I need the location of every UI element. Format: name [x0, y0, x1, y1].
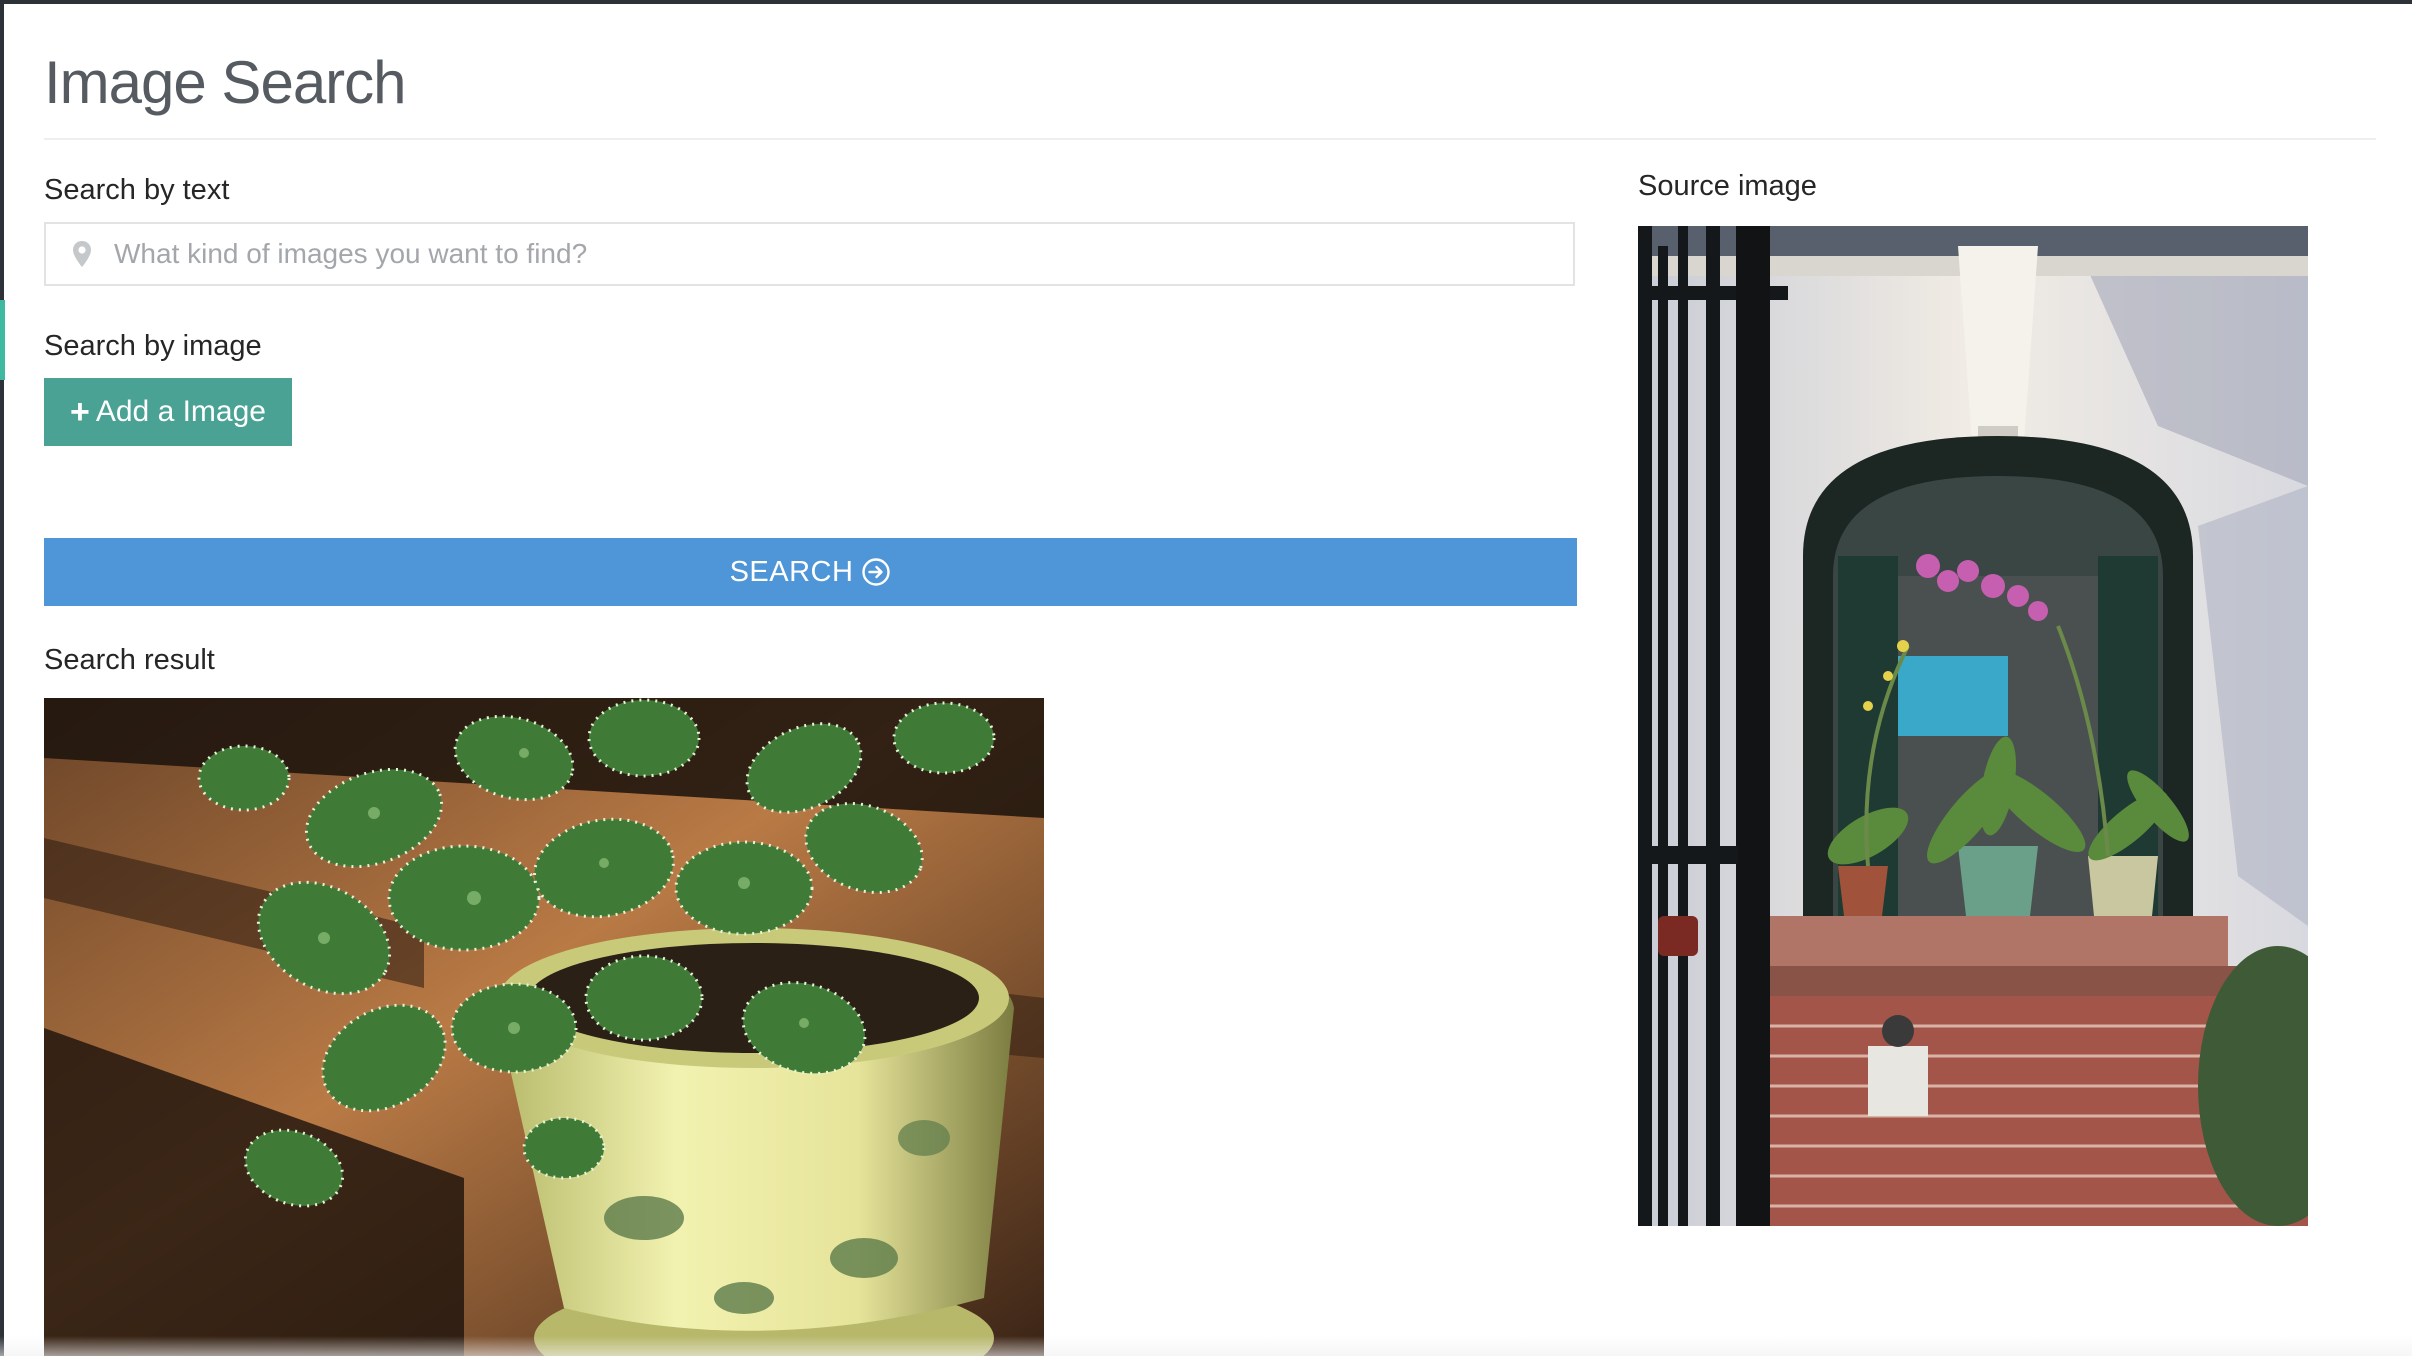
add-image-button[interactable]: + Add a Image	[44, 378, 292, 446]
source-image[interactable]	[1638, 226, 2308, 1226]
map-pin-icon	[73, 241, 91, 267]
search-by-text-label: Search by text	[44, 174, 230, 206]
search-text-field[interactable]	[44, 222, 1575, 286]
source-image-label: Source image	[1638, 170, 1817, 202]
search-button-label: SEARCH	[729, 555, 854, 588]
search-by-image-label: Search by image	[44, 330, 262, 362]
title-divider	[44, 138, 2376, 140]
window-top-border	[0, 0, 2412, 4]
plus-icon: +	[70, 392, 90, 431]
search-result-image[interactable]	[44, 698, 1044, 1356]
potted-plant-picture	[44, 698, 1044, 1356]
search-input[interactable]	[114, 224, 1573, 284]
window-left-border	[0, 0, 4, 1356]
search-result-label: Search result	[44, 644, 215, 676]
add-image-button-label: Add a Image	[95, 395, 266, 428]
arrow-circle-right-icon	[862, 558, 891, 586]
page-title: Image Search	[44, 49, 407, 116]
search-button[interactable]: SEARCH	[44, 538, 1577, 606]
left-accent-bar	[0, 300, 5, 380]
window-orchids-picture	[1638, 226, 2308, 1226]
